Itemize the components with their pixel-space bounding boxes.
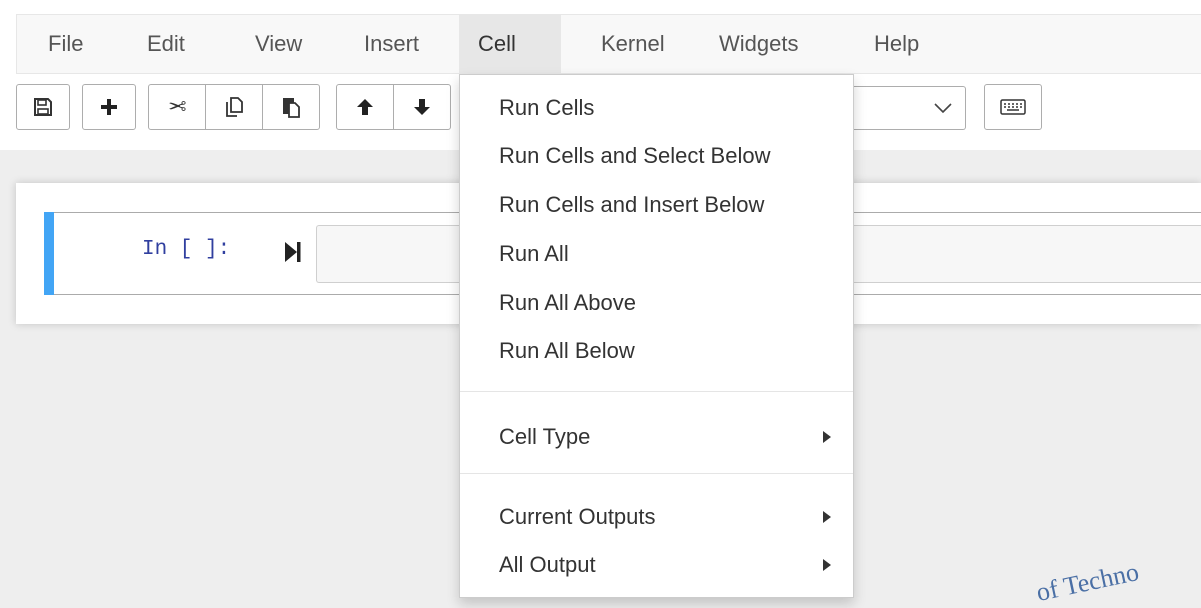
menubar: File Edit View Insert Cell Kernel Widget…: [16, 14, 1201, 74]
menu-item-label: Run All Above: [499, 290, 636, 315]
menu-view[interactable]: View: [236, 15, 321, 73]
menu-item-label: Run Cells: [499, 95, 595, 120]
submenu-caret-icon: [823, 511, 831, 523]
arrow-up-icon: [357, 99, 373, 115]
copy-button[interactable]: [205, 84, 263, 130]
menu-item-label: Cell Type: [499, 424, 591, 449]
menu-item-all-output[interactable]: All Output: [460, 542, 853, 588]
move-up-button[interactable]: [336, 84, 394, 130]
menu-insert[interactable]: Insert: [345, 15, 438, 73]
menu-item-cell-type[interactable]: Cell Type: [460, 414, 853, 460]
copy-icon: [226, 97, 243, 117]
menu-item-label: All Output: [499, 552, 596, 577]
watermark-text: of Techno: [1033, 557, 1142, 608]
paste-button[interactable]: [262, 84, 320, 130]
cut-icon: ✂: [167, 94, 187, 119]
save-button[interactable]: [16, 84, 70, 130]
input-prompt: In [ ]:: [142, 238, 231, 261]
menu-kernel[interactable]: Kernel: [582, 15, 684, 73]
chevron-down-icon: [934, 103, 952, 114]
menu-edit[interactable]: Edit: [128, 15, 204, 73]
cut-button[interactable]: ✂: [148, 84, 206, 130]
menu-item-label: Run Cells and Insert Below: [499, 192, 765, 217]
keyboard-icon: [1000, 99, 1026, 115]
menu-item-label: Run Cells and Select Below: [499, 143, 771, 168]
insert-cell-button[interactable]: [82, 84, 136, 130]
selected-cell-indicator: [44, 212, 54, 295]
menu-item-run-all-above[interactable]: Run All Above: [460, 280, 853, 326]
command-palette-button[interactable]: [984, 84, 1042, 130]
submenu-caret-icon: [823, 431, 831, 443]
menu-item-current-outputs[interactable]: Current Outputs: [460, 494, 853, 540]
menu-item-run-cells-insert-below[interactable]: Run Cells and Insert Below: [460, 182, 853, 228]
menu-item-label: Run All: [499, 241, 569, 266]
move-down-button[interactable]: [393, 84, 451, 130]
menu-item-label: Current Outputs: [499, 504, 656, 529]
submenu-caret-icon: [823, 559, 831, 571]
menu-item-run-all-below[interactable]: Run All Below: [460, 328, 853, 374]
menu-item-label: Run All Below: [499, 338, 635, 363]
arrow-down-icon: [414, 99, 430, 115]
menu-file[interactable]: File: [29, 15, 102, 73]
menu-help[interactable]: Help: [855, 15, 938, 73]
menu-item-run-cells-select-below[interactable]: Run Cells and Select Below: [460, 133, 853, 179]
menu-item-run-all[interactable]: Run All: [460, 231, 853, 277]
menu-cell[interactable]: Cell: [459, 15, 561, 73]
cell-menu-dropdown: Run Cells Run Cells and Select Below Run…: [459, 74, 854, 598]
save-icon: [34, 98, 52, 116]
menu-divider: [460, 391, 853, 392]
plus-icon: [101, 99, 117, 115]
menu-item-run-cells[interactable]: Run Cells: [460, 85, 853, 131]
menu-widgets[interactable]: Widgets: [700, 15, 817, 73]
paste-icon: [283, 98, 300, 118]
menu-divider: [460, 473, 853, 474]
cell-type-select[interactable]: [852, 86, 966, 130]
run-cell-icon[interactable]: [284, 241, 302, 263]
